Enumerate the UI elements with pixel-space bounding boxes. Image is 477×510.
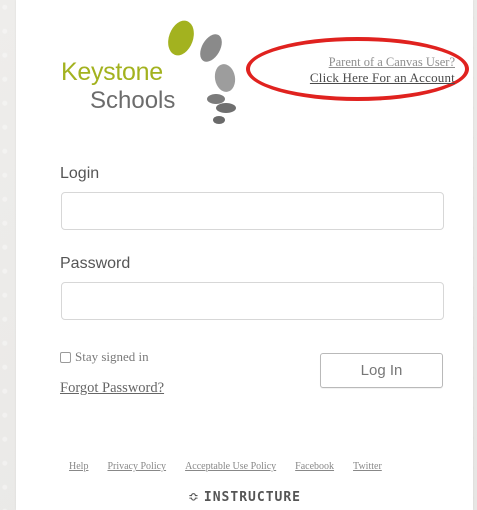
footer-links: Help Privacy Policy Acceptable Use Polic… <box>69 461 439 472</box>
stay-signed-in[interactable]: Stay signed in <box>60 349 149 365</box>
logo-word-schools: Schools <box>90 87 176 114</box>
forgot-password-link[interactable]: Forgot Password? <box>60 380 164 397</box>
footer-link-help[interactable]: Help <box>69 461 88 472</box>
password-input[interactable] <box>61 282 444 320</box>
instructure-logo-icon: ≎ <box>188 490 200 505</box>
logo-word-keystone: Keystone <box>61 58 163 86</box>
parent-link-question[interactable]: Parent of a Canvas User? <box>310 55 455 70</box>
parent-account-link[interactable]: Parent of a Canvas User? Click Here For … <box>310 55 455 85</box>
stay-signed-in-label: Stay signed in <box>75 349 149 364</box>
footer-link-privacy[interactable]: Privacy Policy <box>107 461 166 472</box>
login-input[interactable] <box>61 192 444 230</box>
instructure-brand[interactable]: ≎ INSTRUCTURE <box>16 490 473 505</box>
footer-link-twitter[interactable]: Twitter <box>353 461 382 472</box>
login-button[interactable]: Log In <box>320 353 443 388</box>
stay-signed-in-checkbox[interactable] <box>60 351 71 363</box>
parent-link-cta[interactable]: Click Here For an Account <box>310 70 455 85</box>
login-label: Login <box>60 165 100 182</box>
instructure-brand-text: INSTRUCTURE <box>203 490 301 505</box>
footer-link-acceptable-use[interactable]: Acceptable Use Policy <box>185 461 276 472</box>
password-label: Password <box>60 255 131 272</box>
login-panel: Keystone Schools Parent of a Canvas User… <box>16 0 473 510</box>
footer-link-facebook[interactable]: Facebook <box>295 461 334 472</box>
school-logo: Keystone Schools <box>61 20 251 130</box>
